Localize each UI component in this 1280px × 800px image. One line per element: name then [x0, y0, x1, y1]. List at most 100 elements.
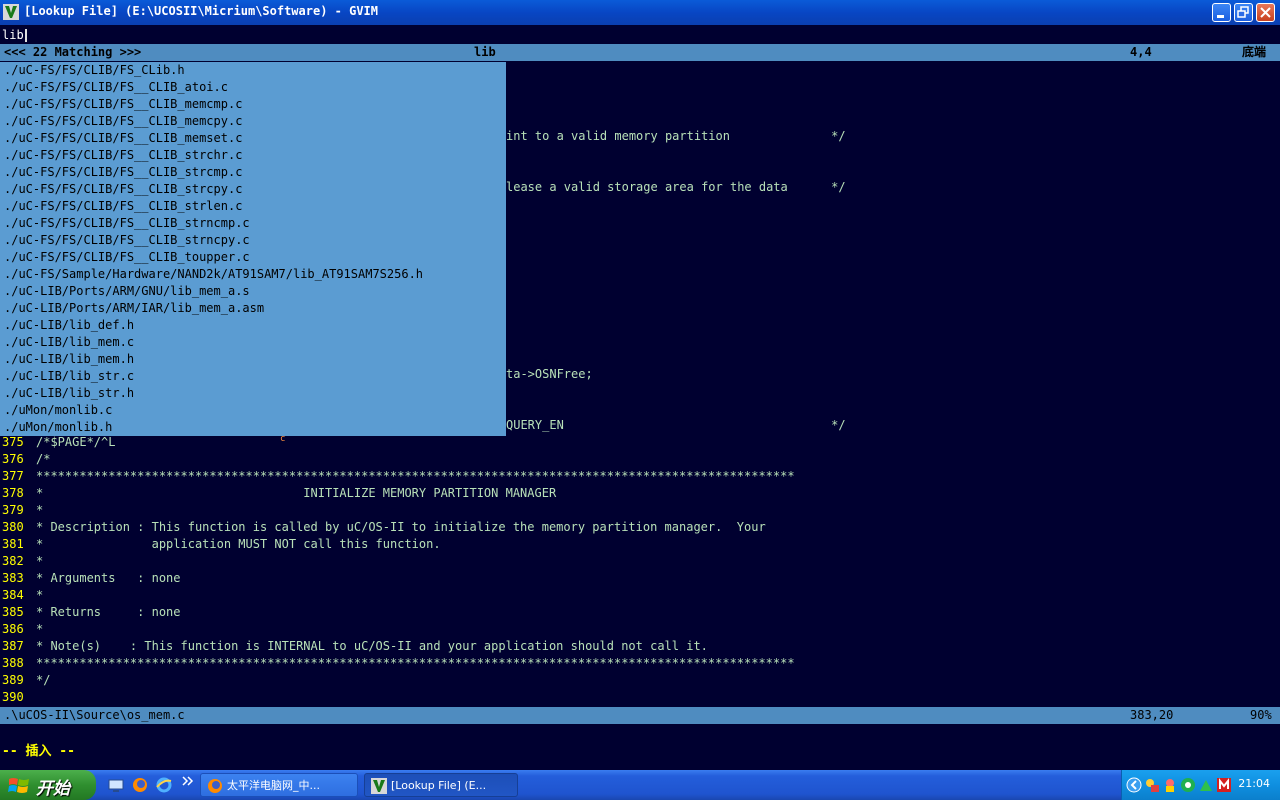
- lookup-result-item[interactable]: ./uC-FS/FS/CLIB/FS__CLIB_strcmp.c: [4, 164, 242, 181]
- lookup-cursor-pos: 4,4: [1130, 45, 1152, 59]
- gvim-app-icon: [371, 778, 387, 794]
- line-text: *: [36, 588, 44, 602]
- status-scroll-pct: 90%: [1250, 708, 1272, 722]
- restore-icon: [1237, 6, 1249, 18]
- lookup-result-item[interactable]: ./uC-FS/FS/CLIB/FS_CLib.h: [4, 62, 185, 79]
- line-text: ****************************************…: [36, 656, 795, 670]
- close-button[interactable]: [1256, 3, 1275, 22]
- line-number: 380: [2, 520, 24, 534]
- line-text: /*$PAGE*/^L: [36, 435, 116, 449]
- task-button-browser[interactable]: 太平洋电脑网_中...: [200, 773, 358, 797]
- lookup-pattern: lib: [474, 45, 496, 59]
- lookup-result-item[interactable]: ./uC-FS/FS/CLIB/FS__CLIB_atoi.c: [4, 79, 228, 96]
- network-icon[interactable]: [1198, 777, 1214, 793]
- app-m-icon[interactable]: [1216, 777, 1232, 793]
- lookup-results-popup[interactable]: ./uC-FS/FS/CLIB/FS_CLib.h ./uC-FS/FS/CLIB…: [0, 62, 506, 436]
- code-line[interactable]: 375 /*$PAGE*/^L c: [0, 434, 285, 451]
- messenger-icon[interactable]: [1162, 777, 1178, 793]
- line-number: 377: [2, 469, 24, 483]
- code-line[interactable]: 390: [0, 689, 36, 706]
- window-title-bar[interactable]: [Lookup File] (E:\UCOSII\Micrium\Softwar…: [0, 0, 1280, 25]
- code-line[interactable]: 387 * Note(s) : This function is INTERNAL…: [0, 638, 708, 655]
- line-text: /*: [36, 452, 51, 466]
- code-line[interactable]: 389 */: [0, 672, 50, 689]
- clock[interactable]: 21:04: [1238, 777, 1270, 790]
- lookup-result-item[interactable]: ./uC-FS/FS/CLIB/FS__CLIB_memcmp.c: [4, 96, 242, 113]
- line-text: * Note(s) : This function is INTERNAL to…: [36, 639, 708, 653]
- code-line[interactable]: 382 *: [0, 553, 43, 570]
- code-line[interactable]: 380 * Description : This function is call…: [0, 519, 766, 536]
- lookup-input[interactable]: lib: [2, 27, 27, 44]
- line-text: *: [36, 622, 44, 636]
- line-text: * Description : This function is called …: [36, 520, 766, 534]
- code-fragment: int to a valid memory partition */: [506, 129, 846, 143]
- lookup-result-item[interactable]: ./uC-FS/FS/CLIB/FS__CLIB_strlen.c: [4, 198, 242, 215]
- gvim-app-icon[interactable]: [3, 4, 19, 20]
- status-cursor-pos: 383,20: [1130, 708, 1174, 722]
- code-line[interactable]: 386 *: [0, 621, 43, 638]
- lookup-result-item[interactable]: ./uC-LIB/lib_mem.h: [4, 351, 134, 368]
- lookup-result-item[interactable]: ./uC-FS/FS/CLIB/FS__CLIB_strncmp.c: [4, 215, 250, 232]
- cursor-mark: c: [280, 434, 286, 444]
- lookup-result-item[interactable]: ./uC-LIB/Ports/ARM/IAR/lib_mem_a.asm: [4, 300, 264, 317]
- restore-button[interactable]: [1234, 3, 1253, 22]
- line-number: 388: [2, 656, 24, 670]
- lookup-result-item[interactable]: ./uMon/monlib.c: [4, 402, 112, 419]
- lookup-result-item[interactable]: ./uC-FS/FS/CLIB/FS__CLIB_strcpy.c: [4, 181, 242, 198]
- system-tray: 21:04: [1121, 770, 1280, 800]
- internet-explorer-icon[interactable]: [156, 777, 172, 793]
- line-text: */: [36, 673, 51, 687]
- window-title: [Lookup File] (E:\UCOSII\Micrium\Softwar…: [24, 4, 379, 18]
- code-line[interactable]: 377 *************************************…: [0, 468, 795, 485]
- start-label: 开始: [36, 779, 70, 799]
- lookup-result-item[interactable]: ./uC-FS/FS/CLIB/FS__CLIB_toupper.c: [4, 249, 250, 266]
- line-number: 386: [2, 622, 24, 636]
- code-line[interactable]: 384 *: [0, 587, 43, 604]
- start-button[interactable]: 开始: [0, 770, 96, 800]
- show-desktop-icon[interactable]: [108, 777, 124, 793]
- minimize-icon: [1217, 15, 1224, 18]
- text-cursor: [24, 29, 27, 42]
- firefox-icon: [208, 779, 222, 793]
- lookup-result-item[interactable]: ./uC-FS/Sample/Hardware/NAND2k/AT91SAM7/…: [4, 266, 423, 283]
- minimize-button[interactable]: [1212, 3, 1231, 22]
- lookup-result-item[interactable]: ./uC-LIB/Ports/ARM/GNU/lib_mem_a.s: [4, 283, 250, 300]
- code-line[interactable]: 381 * application MUST NOT call this func…: [0, 536, 441, 553]
- line-number: 389: [2, 673, 24, 687]
- input-method-icon[interactable]: [1144, 777, 1160, 793]
- windows-logo-icon: [8, 778, 29, 793]
- security-icon[interactable]: [1180, 777, 1196, 793]
- chevron-more-icon[interactable]: [180, 774, 196, 790]
- lookup-result-item[interactable]: ./uC-FS/FS/CLIB/FS__CLIB_memset.c: [4, 130, 242, 147]
- status-line: .\uCOS-II\Source\os_mem.c 383,20 90%: [0, 707, 1280, 724]
- code-fragment: lease a valid storage area for the data …: [506, 180, 846, 194]
- code-line[interactable]: 376 /*: [0, 451, 50, 468]
- line-number: 376: [2, 452, 24, 466]
- vim-editor[interactable]: lib <<< 22 Matching >>> lib 4,4 底端 int t…: [0, 25, 1280, 770]
- code-line[interactable]: 378 * INITIALIZE MEMORY PARTITION MANAGER: [0, 485, 556, 502]
- tray-collapse-icon[interactable]: [1126, 777, 1142, 793]
- line-number: 381: [2, 537, 24, 551]
- line-number: 385: [2, 605, 24, 619]
- task-button-gvim[interactable]: [Lookup File] (E...: [364, 773, 518, 797]
- lookup-result-item[interactable]: ./uC-LIB/lib_str.h: [4, 385, 134, 402]
- lookup-result-item[interactable]: ./uC-FS/FS/CLIB/FS__CLIB_strncpy.c: [4, 232, 250, 249]
- line-number: 390: [2, 690, 24, 704]
- code-line[interactable]: 388 *************************************…: [0, 655, 795, 672]
- line-number: 384: [2, 588, 24, 602]
- code-line[interactable]: 385 * Returns : none: [0, 604, 181, 621]
- line-number: 375: [2, 435, 24, 449]
- line-text: * Arguments : none: [36, 571, 181, 585]
- match-count: <<< 22 Matching >>>: [4, 45, 142, 59]
- lookup-result-item[interactable]: ./uC-LIB/lib_str.c: [4, 368, 134, 385]
- status-filename: .\uCOS-II\Source\os_mem.c: [4, 708, 185, 722]
- code-line[interactable]: 379 *: [0, 502, 43, 519]
- code-line[interactable]: 383 * Arguments : none: [0, 570, 181, 587]
- lookup-result-item[interactable]: ./uC-LIB/lib_def.h: [4, 317, 134, 334]
- lookup-result-item[interactable]: ./uC-FS/FS/CLIB/FS__CLIB_strchr.c: [4, 147, 242, 164]
- lookup-result-item[interactable]: ./uC-LIB/lib_mem.c: [4, 334, 134, 351]
- firefox-icon[interactable]: [132, 777, 148, 793]
- lookup-result-item[interactable]: ./uC-FS/FS/CLIB/FS__CLIB_memcpy.c: [4, 113, 242, 130]
- line-text: *: [36, 554, 44, 568]
- close-icon: [1260, 7, 1271, 18]
